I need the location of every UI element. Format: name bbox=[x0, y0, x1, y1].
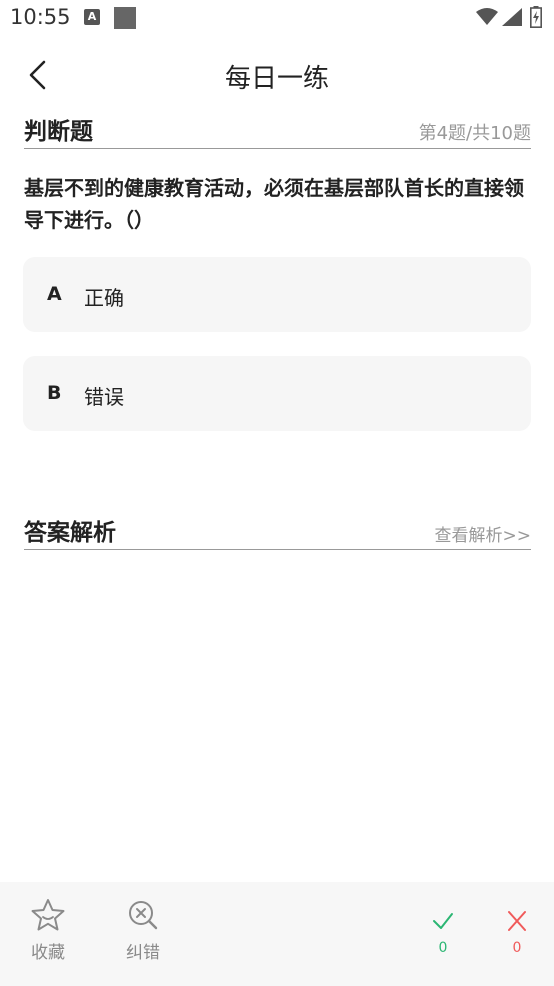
report-error-label: 纠错 bbox=[126, 943, 160, 963]
correct-count: 0 bbox=[429, 910, 457, 956]
analysis-title: 答案解析 bbox=[24, 520, 116, 546]
battery-charging-icon bbox=[530, 6, 542, 28]
analysis-section-header: 答案解析 查看解析>> bbox=[24, 517, 531, 550]
correct-count-value: 0 bbox=[438, 940, 448, 956]
page-title: 每日一练 bbox=[224, 64, 329, 94]
favorite-button[interactable]: 收藏 bbox=[26, 898, 70, 963]
notification-a-icon: A bbox=[84, 9, 100, 25]
report-error-button[interactable]: 纠错 bbox=[121, 898, 165, 963]
bottom-toolbar: 收藏 纠错 0 0 bbox=[0, 882, 554, 986]
question-progress: 第4题/共10题 bbox=[418, 123, 531, 144]
option-text: 正确 bbox=[84, 286, 124, 310]
wifi-icon bbox=[476, 8, 498, 25]
wrong-count-value: 0 bbox=[512, 940, 522, 956]
header: 每日一练 bbox=[0, 48, 554, 104]
question-text: 基层不到的健康教育活动，必须在基层部队首长的直接领导下进行。（） bbox=[24, 176, 524, 232]
option-a[interactable]: A 正确 bbox=[23, 257, 531, 332]
view-analysis-link[interactable]: 查看解析>> bbox=[435, 521, 532, 546]
cross-icon bbox=[508, 911, 526, 931]
star-icon bbox=[31, 899, 65, 931]
option-text: 错误 bbox=[84, 385, 124, 409]
option-b[interactable]: B 错误 bbox=[23, 356, 531, 431]
signal-icon bbox=[502, 8, 522, 26]
check-icon bbox=[433, 913, 453, 929]
question-section-header: 判断题 第4题/共10题 bbox=[24, 116, 531, 149]
question-type-label: 判断题 bbox=[24, 119, 93, 145]
option-letter: B bbox=[47, 382, 62, 404]
status-time: 10:55 bbox=[10, 5, 71, 29]
notification-square-icon bbox=[114, 7, 136, 29]
wrong-count: 0 bbox=[503, 910, 531, 956]
status-bar: 10:55 A bbox=[0, 0, 554, 38]
option-letter: A bbox=[47, 283, 62, 305]
search-x-icon bbox=[129, 901, 158, 930]
favorite-label: 收藏 bbox=[31, 943, 65, 963]
